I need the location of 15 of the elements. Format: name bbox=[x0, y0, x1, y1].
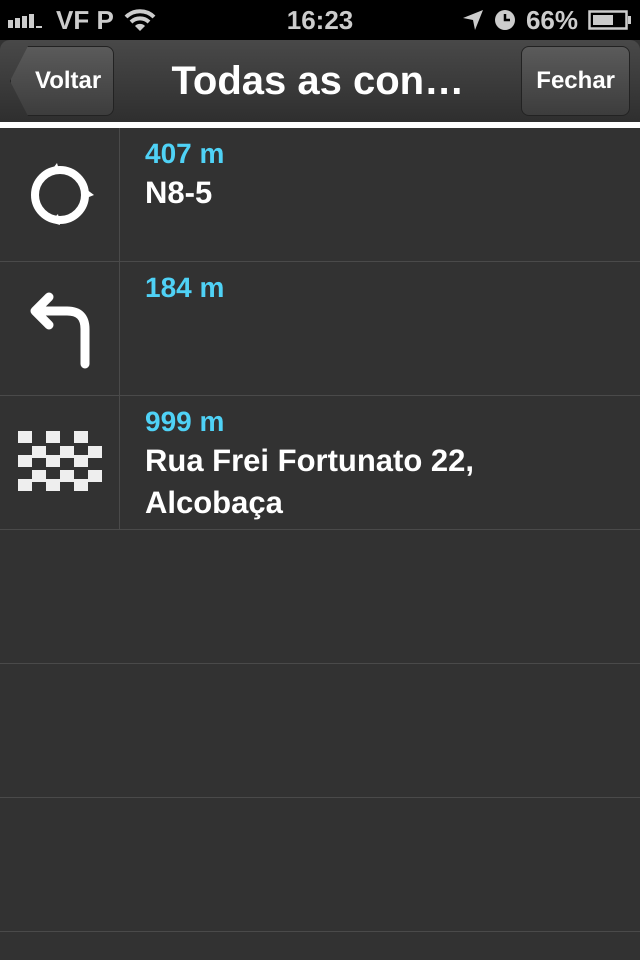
screen-title: Todas as con… bbox=[171, 58, 464, 104]
clock-time: 16:23 bbox=[286, 4, 354, 36]
close-button[interactable]: Fechar bbox=[521, 46, 630, 116]
road-name: Rua Frei Fortunato 22, Alcobaça bbox=[145, 442, 475, 522]
distance-text: 999 m bbox=[145, 406, 226, 438]
battery-percentage: 66% bbox=[526, 4, 578, 36]
distance-text: 407 m bbox=[145, 138, 224, 170]
clock-icon bbox=[494, 9, 516, 31]
back-button[interactable]: Voltar bbox=[10, 46, 114, 116]
wifi-icon bbox=[124, 8, 156, 32]
road-name: N8-5 bbox=[145, 174, 214, 212]
battery-icon bbox=[588, 9, 632, 31]
location-arrow-icon bbox=[462, 9, 484, 31]
carrier-name: VF P bbox=[56, 4, 114, 36]
distance-text: 184 m bbox=[145, 272, 224, 304]
